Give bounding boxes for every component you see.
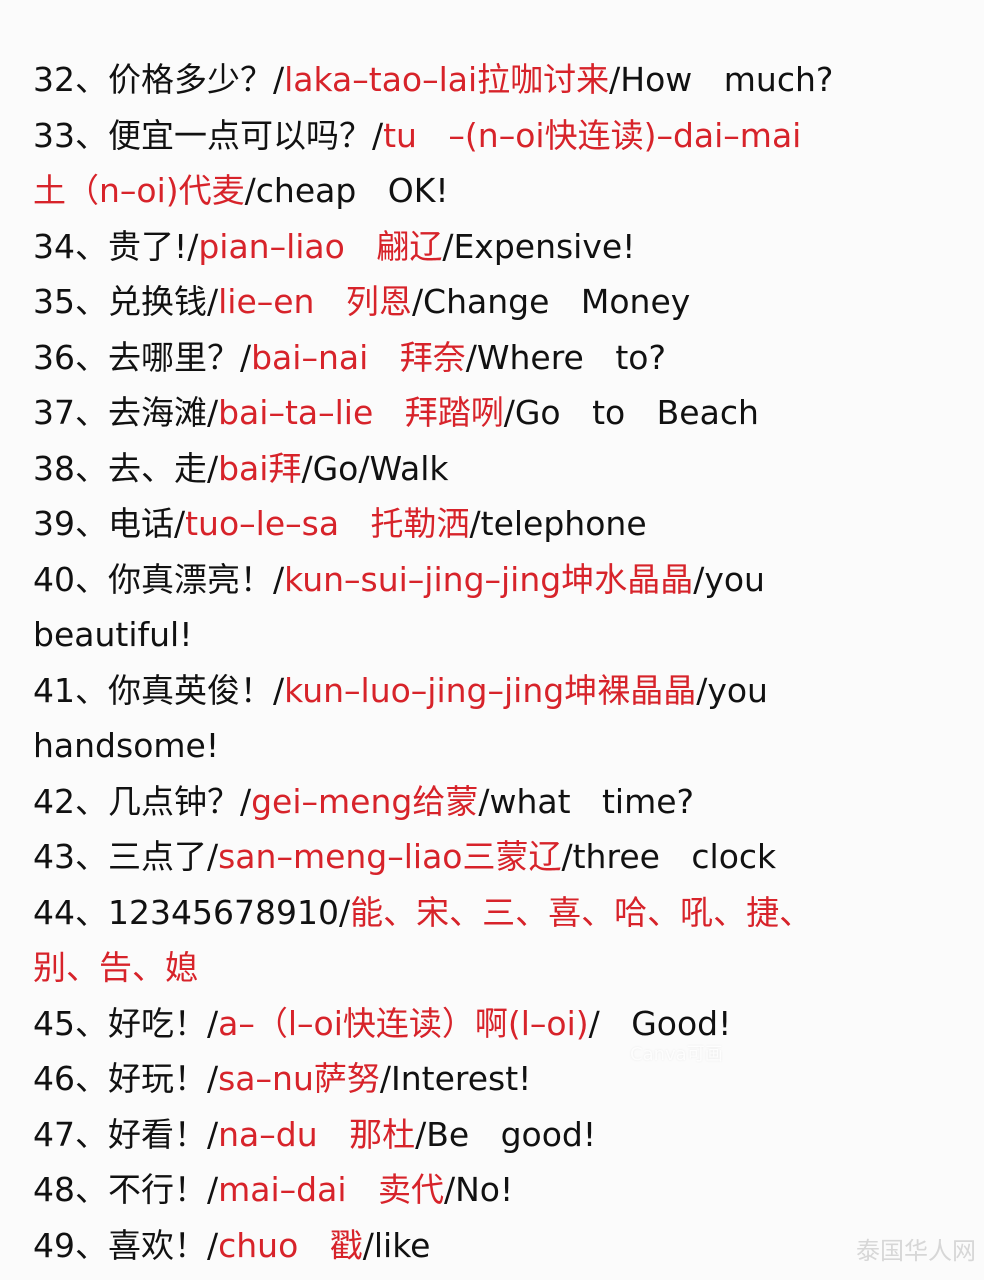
phrase-text: /telephone	[469, 504, 647, 543]
phrase-text: /you	[696, 670, 768, 710]
pronunciation-text: laka–tao–lai拉咖讨来	[284, 60, 610, 99]
pronunciation-text: gei–meng给蒙	[251, 781, 479, 821]
phrase-line: 46、好玩！/sa–nu萨努/Interest!	[33, 1051, 978, 1107]
phrase-text: 37、去海滩/	[33, 393, 219, 432]
pronunciation-text: bai–ta–lie 拜踏咧	[218, 393, 504, 432]
phrase-text: 35、兑换钱/	[33, 282, 219, 321]
phrase-line: 42、几点钟？/gei–meng给蒙/what time?	[33, 774, 978, 830]
phrase-text: /Be good!	[415, 1114, 597, 1154]
phrase-line: 34、贵了!/pian–liao 翩辽/Expensive!	[33, 219, 978, 275]
phrase-line: 49、喜欢！/chuo 戳/like	[33, 1218, 978, 1274]
phrase-line: 土（n–oi)代麦/cheap OK!	[33, 163, 978, 219]
phrase-text: beautiful!	[33, 615, 193, 654]
pronunciation-text: tuo–le–sa 托勒洒	[185, 504, 470, 543]
phrase-text: /Change Money	[411, 282, 691, 321]
phrase-text: /Go/Walk	[301, 448, 449, 488]
phrase-line: 33、便宜一点可以吗？/tu –(n–oi快连读)–dai–mai	[33, 108, 978, 164]
phrase-line: beautiful!	[33, 607, 978, 663]
phrase-line: 48、不行！/mai–dai 卖代/No!	[33, 1162, 978, 1218]
pronunciation-text: pian–liao 翩辽	[198, 226, 443, 266]
phrase-text: 43、三点了/	[33, 837, 219, 876]
pronunciation-text: 别、告、媳	[33, 948, 198, 987]
phrase-text: 36、去哪里？/	[33, 337, 252, 377]
phrase-line: handsome!	[33, 718, 978, 774]
phrase-text: /you	[693, 559, 765, 599]
pronunciation-text: na–du 那杜	[218, 1114, 416, 1154]
phrase-text: /what time?	[478, 781, 695, 821]
phrase-text: 40、你真漂亮！/	[33, 559, 285, 599]
phrase-text: 41、你真英俊！/	[33, 670, 285, 710]
phrase-text: 39、电话/	[33, 504, 186, 543]
phrase-text: / Good!	[588, 1003, 732, 1043]
pronunciation-text: a–（l–oi快连读）啊(l–oi)	[218, 1003, 589, 1043]
phrase-line: 43、三点了/san–meng–liao三蒙辽/three clock	[33, 829, 978, 885]
phrase-line: 37、去海滩/bai–ta–lie 拜踏咧/Go to Beach	[33, 385, 978, 441]
pronunciation-text: 土（n–oi)代麦	[33, 171, 245, 210]
phrase-text: 47、好看！/	[33, 1114, 219, 1154]
pronunciation-text: kun–luo–jing–jing坤裸晶晶	[284, 670, 697, 710]
pronunciation-text: sa–nu萨努	[218, 1059, 380, 1098]
phrase-text: 33、便宜一点可以吗？/	[33, 115, 384, 155]
phrase-text: /three clock	[561, 837, 777, 876]
phrase-line: 32、价格多少？/laka–tao–lai拉咖讨来/How much?	[33, 52, 978, 108]
pronunciation-text: bai–nai 拜奈	[251, 337, 466, 377]
phrase-text: 48、不行！/	[33, 1170, 219, 1209]
phrase-text: handsome!	[33, 726, 220, 765]
pronunciation-text: mai–dai 卖代	[218, 1170, 444, 1209]
phrase-text: /cheap OK!	[244, 171, 449, 210]
phrase-text: /Interest!	[379, 1059, 532, 1098]
phrase-text: 45、好吃！/	[33, 1003, 219, 1043]
phrase-text: /No!	[443, 1170, 514, 1209]
phrase-text: 42、几点钟？/	[33, 781, 252, 821]
pronunciation-text: san–meng–liao三蒙辽	[218, 837, 562, 876]
phrase-text: 44、12345678910/	[33, 892, 351, 932]
pronunciation-text: chuo 戳	[218, 1225, 363, 1265]
phrase-line: 44、12345678910/能、宋、三、喜、哈、吼、捷、	[33, 885, 978, 941]
phrase-text: /How much?	[609, 60, 834, 99]
phrase-line: 38、去、走/bai拜/Go/Walk	[33, 441, 978, 497]
phrase-line: 41、你真英俊！/kun–luo–jing–jing坤裸晶晶/you	[33, 663, 978, 719]
phrase-text: 38、去、走/	[33, 448, 219, 488]
pronunciation-text: tu –(n–oi快连读)–dai–mai	[383, 115, 802, 155]
phrase-line: 40、你真漂亮！/kun–sui–jing–jing坤水晶晶/you	[33, 552, 978, 608]
pronunciation-text: bai拜	[218, 448, 302, 488]
phrase-text: 49、喜欢！/	[33, 1225, 219, 1265]
site-watermark: 泰国华人网	[856, 1237, 976, 1265]
phrase-text: 32、价格多少？/	[33, 60, 285, 99]
phrase-line: 别、告、媳	[33, 940, 978, 996]
pronunciation-text: 能、宋、三、喜、哈、吼、捷、	[350, 892, 813, 932]
phrase-text: 34、贵了!/	[33, 226, 199, 266]
pronunciation-text: lie–en 列恩	[218, 282, 412, 321]
phrase-line: 45、好吃！/a–（l–oi快连读）啊(l–oi)/ Good!	[33, 996, 978, 1052]
phrase-line: 47、好看！/na–du 那杜/Be good!	[33, 1107, 978, 1163]
phrase-text: /Expensive!	[442, 226, 636, 266]
phrase-list: 32、价格多少？/laka–tao–lai拉咖讨来/How much? 33、便宜…	[33, 52, 978, 1273]
phrase-text: /Go to Beach	[503, 393, 759, 432]
phrase-line: 39、电话/tuo–le–sa 托勒洒/telephone	[33, 496, 978, 552]
canva-watermark: Canva可画	[630, 1044, 723, 1065]
pronunciation-text: kun–sui–jing–jing坤水晶晶	[284, 559, 694, 599]
phrase-line: 36、去哪里？/bai–nai 拜奈/Where to?	[33, 330, 978, 386]
phrase-line: 35、兑换钱/lie–en 列恩/Change Money	[33, 274, 978, 330]
phrase-text: 46、好玩！/	[33, 1059, 219, 1098]
phrase-text: /Where to?	[465, 337, 666, 377]
phrase-text: /like	[362, 1225, 431, 1265]
